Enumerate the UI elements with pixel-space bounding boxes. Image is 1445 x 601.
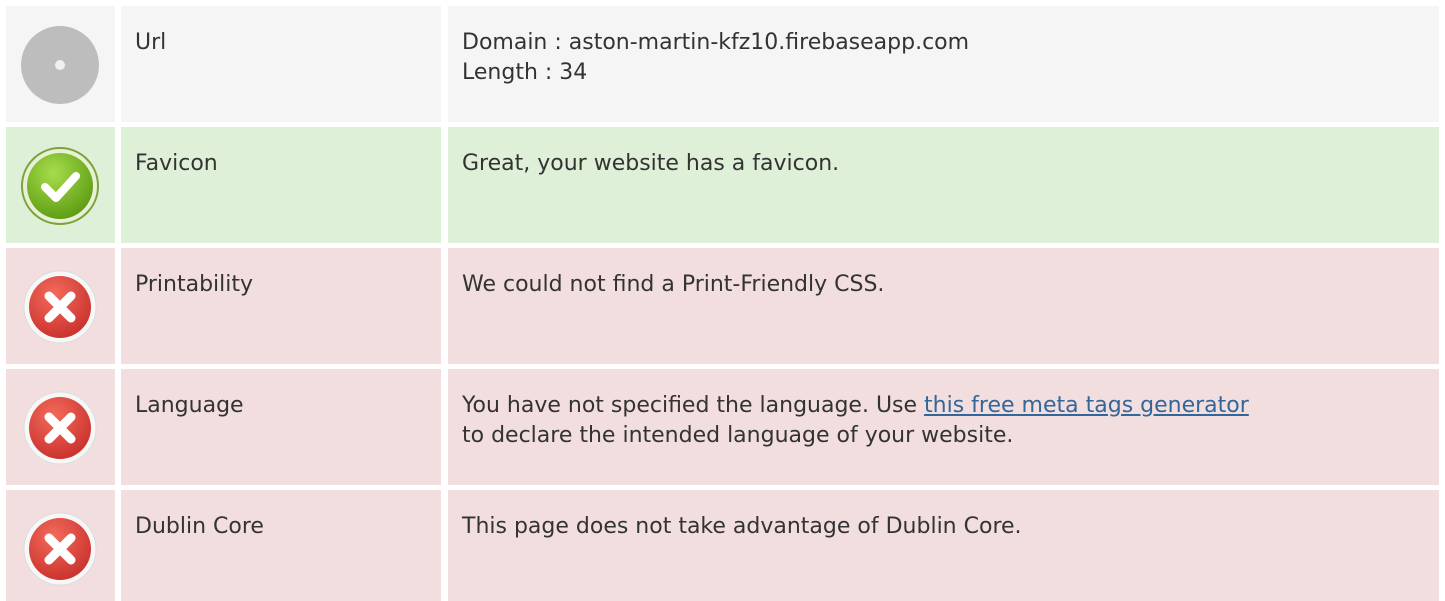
row-value: Great, your website has a favicon. [462, 151, 840, 176]
value-cell: You have not specified the language. Use… [448, 369, 1439, 485]
row-label: Url [135, 30, 167, 55]
row-label: Printability [135, 272, 254, 297]
language-text-before: You have not specified the language. Use [462, 393, 925, 418]
row-url: Url Domain : aston-martin-kfz10.firebase… [0, 6, 1445, 122]
label-cell: Language [121, 369, 441, 485]
status-cell [6, 6, 115, 122]
value-cell: Great, your website has a favicon. [448, 127, 1439, 243]
language-line-1: You have not specified the language. Use… [462, 391, 1249, 421]
value-cell: Domain : aston-martin-kfz10.firebaseapp.… [448, 6, 1439, 122]
row-value: We could not find a Print-Friendly CSS. [462, 272, 885, 297]
error-cross-icon [20, 388, 100, 468]
status-cell [6, 490, 115, 601]
meta-tags-generator-link[interactable]: this free meta tags generator [924, 393, 1249, 418]
row-favicon: Favicon Great, your website has a favico… [0, 127, 1445, 243]
language-text-after: to declare the intended language of your… [462, 423, 1014, 448]
label-cell: Favicon [121, 127, 441, 243]
row-value: This page does not take advantage of Dub… [462, 514, 1022, 539]
value-cell: This page does not take advantage of Dub… [448, 490, 1439, 601]
status-cell [6, 127, 115, 243]
seo-results-table: Url Domain : aston-martin-kfz10.firebase… [0, 0, 1445, 601]
row-value: Domain : aston-martin-kfz10.firebaseapp.… [462, 28, 969, 88]
error-cross-icon [20, 267, 100, 347]
label-cell: Dublin Core [121, 490, 441, 601]
row-label: Language [135, 393, 244, 418]
checkmark-circle-icon [20, 146, 100, 226]
error-cross-icon [20, 509, 100, 589]
row-label: Dublin Core [135, 514, 264, 539]
domain-text: Domain : aston-martin-kfz10.firebaseapp.… [462, 30, 970, 55]
row-label: Favicon [135, 151, 218, 176]
row-value: You have not specified the language. Use… [462, 391, 1249, 451]
value-cell: We could not find a Print-Friendly CSS. [448, 248, 1439, 364]
row-dublin-core: Dublin Core This page does not take adva… [0, 490, 1445, 601]
status-cell [6, 248, 115, 364]
label-cell: Url [121, 6, 441, 122]
info-circle-icon [20, 25, 100, 105]
label-cell: Printability [121, 248, 441, 364]
row-language: Language You have not specified the lang… [0, 369, 1445, 485]
status-cell [6, 369, 115, 485]
row-printability: Printability We could not find a Print-F… [0, 248, 1445, 364]
length-text: Length : 34 [462, 60, 588, 85]
